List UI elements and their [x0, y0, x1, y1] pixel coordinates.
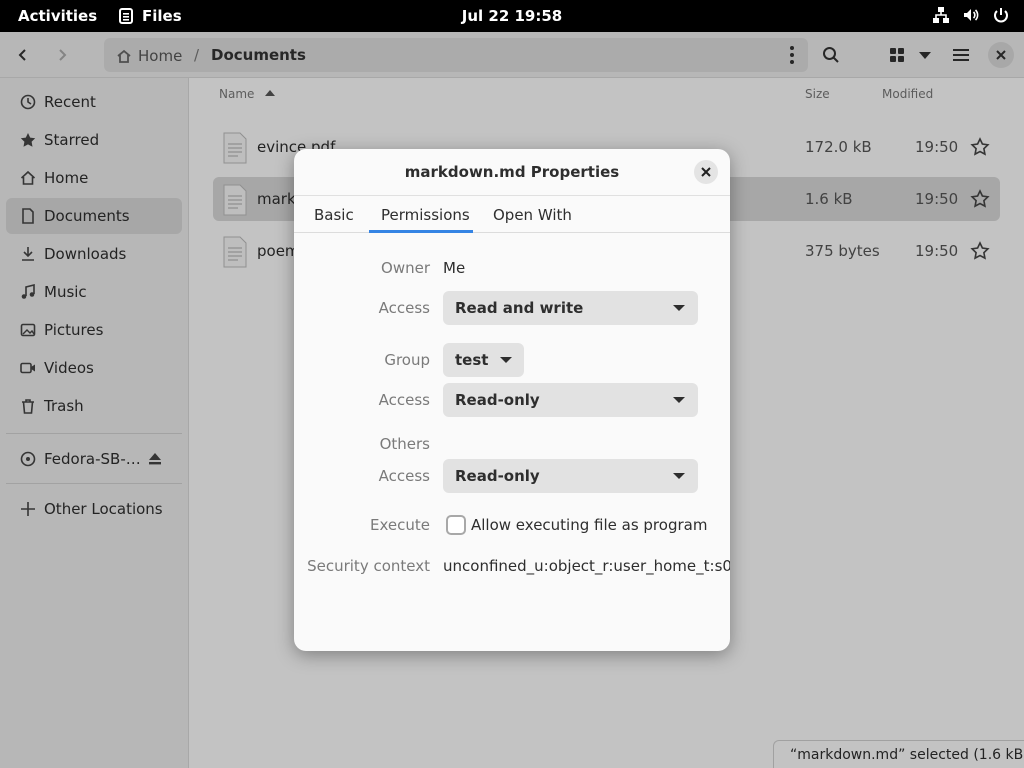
dropdown-arrow-icon	[500, 357, 512, 363]
app-name: Files	[142, 7, 182, 25]
dropdown-arrow-icon	[673, 473, 685, 479]
network-icon	[933, 7, 949, 23]
others-access-dropdown[interactable]: Read-only	[443, 459, 698, 493]
owner-value: Me	[443, 259, 466, 277]
group-access-dropdown[interactable]: Read-only	[443, 383, 698, 417]
power-icon	[994, 8, 1008, 23]
properties-dialog: markdown.md Properties Basic Permissions…	[294, 149, 730, 651]
close-icon	[701, 167, 711, 177]
active-tab-indicator	[369, 230, 473, 233]
top-bar: Activities Files Jul 22 19:58	[0, 0, 1024, 32]
owner-access-label: Access	[378, 299, 430, 317]
owner-label: Owner	[381, 259, 430, 277]
group-label: Group	[384, 351, 430, 369]
others-access-value: Read-only	[455, 467, 540, 485]
tab-permissions[interactable]: Permissions	[381, 206, 470, 224]
security-context-label: Security context	[307, 557, 430, 575]
execute-checkbox-label[interactable]: Allow executing file as program	[471, 516, 707, 534]
execute-label: Execute	[370, 516, 430, 534]
group-dropdown[interactable]: test	[443, 343, 524, 377]
group-access-label: Access	[378, 391, 430, 409]
owner-access-dropdown[interactable]: Read and write	[443, 291, 698, 325]
app-menu[interactable]: Files	[118, 7, 182, 25]
activities-button[interactable]: Activities	[18, 7, 97, 25]
group-access-value: Read-only	[455, 391, 540, 409]
dropdown-arrow-icon	[673, 397, 685, 403]
dialog-tabs: Basic Permissions Open With	[294, 195, 730, 233]
security-context-value: unconfined_u:object_r:user_home_t:s0	[443, 557, 730, 575]
tab-open-with[interactable]: Open With	[493, 206, 572, 224]
tab-basic[interactable]: Basic	[314, 206, 354, 224]
dropdown-arrow-icon	[673, 305, 685, 311]
group-value: test	[455, 351, 489, 369]
dialog-close-button[interactable]	[694, 160, 718, 184]
execute-checkbox[interactable]	[446, 515, 466, 535]
others-label: Others	[379, 435, 430, 453]
dialog-title: markdown.md Properties	[404, 163, 620, 181]
volume-icon	[964, 9, 979, 21]
others-access-label: Access	[378, 467, 430, 485]
files-app-icon	[119, 8, 133, 24]
owner-access-value: Read and write	[455, 299, 584, 317]
system-tray[interactable]	[932, 6, 1010, 24]
